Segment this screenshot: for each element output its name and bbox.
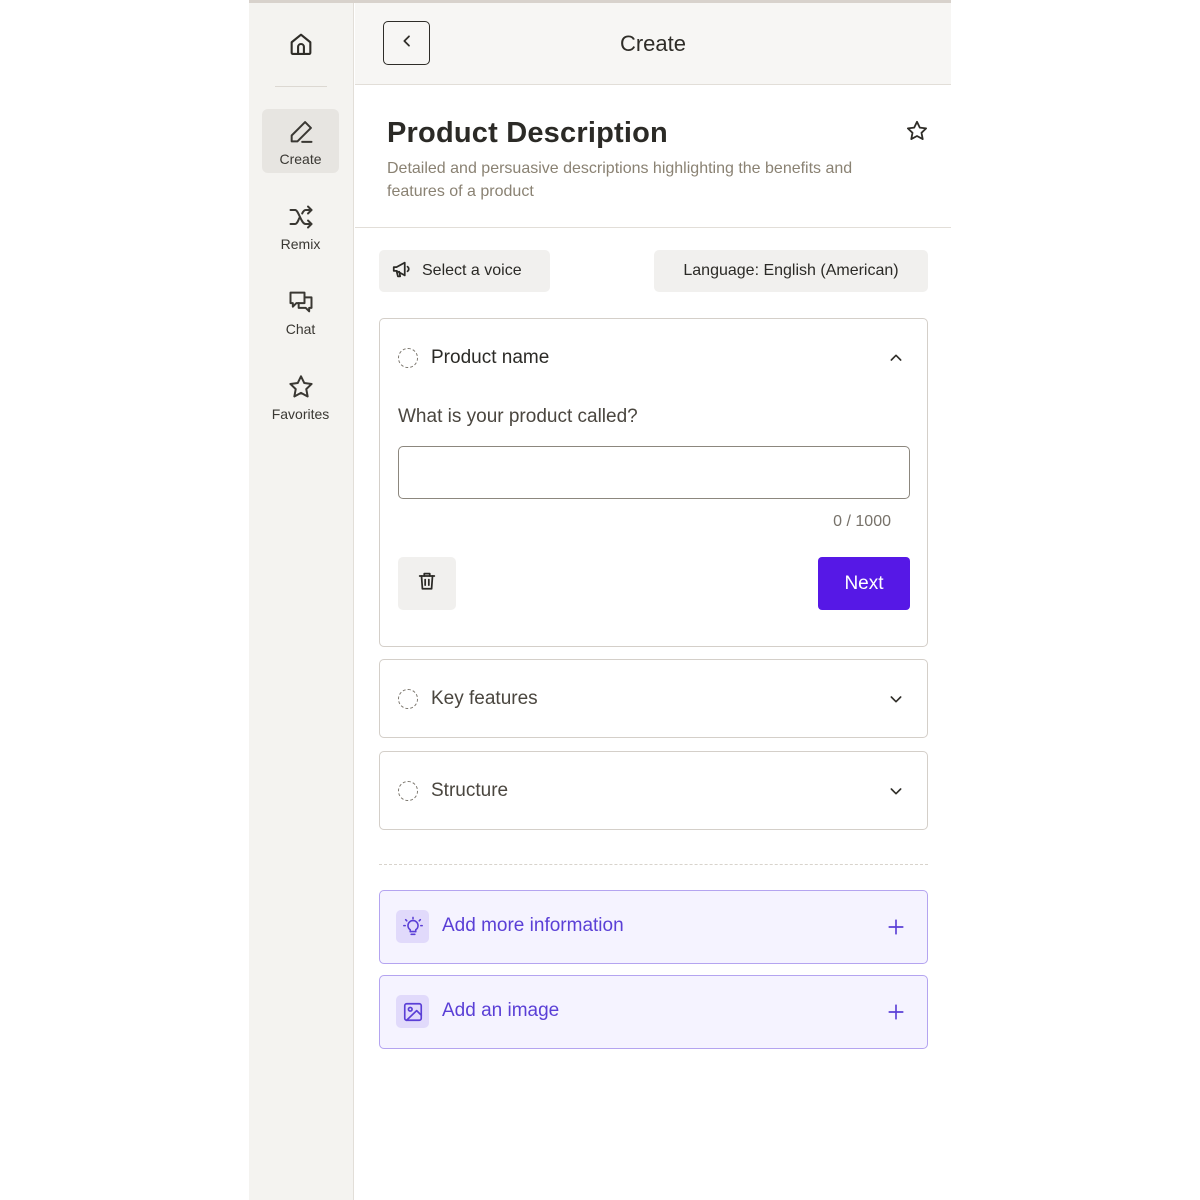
- character-counter: 0 / 1000: [833, 513, 891, 530]
- select-voice-label: Select a voice: [422, 262, 522, 279]
- trash-icon: [416, 570, 438, 597]
- page-section-title: Create: [619, 31, 687, 56]
- sidebar: Create Remix Chat Favorites: [249, 3, 354, 1200]
- sidebar-divider: [275, 86, 327, 87]
- plus-icon: [885, 916, 907, 938]
- section-header[interactable]: Product name: [380, 319, 927, 395]
- sidebar-item-label: Create: [279, 151, 322, 167]
- app-window: Create Remix Chat Favorites Create Produ…: [249, 0, 951, 1200]
- field-question: What is your product called?: [398, 406, 638, 427]
- delete-button[interactable]: [398, 557, 456, 610]
- product-name-input[interactable]: [398, 446, 910, 499]
- sidebar-item-chat[interactable]: Chat: [262, 279, 339, 343]
- favorite-button[interactable]: [904, 120, 930, 146]
- template-header: Product Description Detailed and persuas…: [355, 85, 951, 228]
- home-icon: [287, 30, 315, 63]
- section-title: Structure: [431, 780, 509, 801]
- incomplete-status-icon: [398, 781, 418, 801]
- sidebar-item-remix[interactable]: Remix: [262, 194, 339, 258]
- chevron-down-icon[interactable]: [886, 689, 906, 709]
- lightbulb-icon: [396, 910, 429, 943]
- sidebar-item-label: Favorites: [271, 406, 330, 422]
- section-structure[interactable]: Structure: [379, 751, 928, 830]
- select-voice-button[interactable]: Select a voice: [379, 250, 550, 292]
- megaphone-icon: [391, 258, 413, 285]
- shuffle-icon: [286, 202, 316, 232]
- section-key-features[interactable]: Key features: [379, 659, 928, 738]
- home-button[interactable]: [284, 29, 318, 63]
- sidebar-item-favorites[interactable]: Favorites: [262, 364, 339, 428]
- image-icon: [396, 995, 429, 1028]
- section-title: Product name: [431, 347, 550, 368]
- add-image-label: Add an image: [442, 1000, 560, 1021]
- next-button[interactable]: Next: [818, 557, 910, 610]
- language-selector[interactable]: Language: English (American): [654, 250, 928, 292]
- page-description: Detailed and persuasive descriptions hig…: [387, 160, 853, 200]
- chevron-up-icon[interactable]: [886, 348, 906, 368]
- page-title: Product Description: [387, 117, 668, 149]
- star-icon: [286, 372, 316, 402]
- chat-bubbles-icon: [286, 287, 316, 317]
- plus-icon: [885, 1001, 907, 1023]
- add-more-information-button[interactable]: Add more information: [379, 890, 928, 964]
- section-product-name: Product name What is your product called…: [379, 318, 928, 647]
- section-divider: [379, 864, 928, 865]
- pen-icon: [286, 117, 316, 147]
- incomplete-status-icon: [398, 689, 418, 709]
- add-image-button[interactable]: Add an image: [379, 975, 928, 1049]
- main-panel: Create Product Description Detailed and …: [355, 3, 951, 1200]
- sidebar-item-label: Chat: [285, 321, 316, 337]
- add-more-information-label: Add more information: [442, 915, 624, 936]
- chevron-down-icon[interactable]: [886, 781, 906, 801]
- section-title: Key features: [431, 688, 538, 709]
- incomplete-status-icon: [398, 348, 418, 368]
- sidebar-item-label: Remix: [280, 236, 321, 252]
- star-icon: [905, 119, 929, 148]
- sidebar-item-create[interactable]: Create: [262, 109, 339, 173]
- top-bar: Create: [355, 3, 951, 85]
- language-label: Language: English (American): [683, 262, 899, 279]
